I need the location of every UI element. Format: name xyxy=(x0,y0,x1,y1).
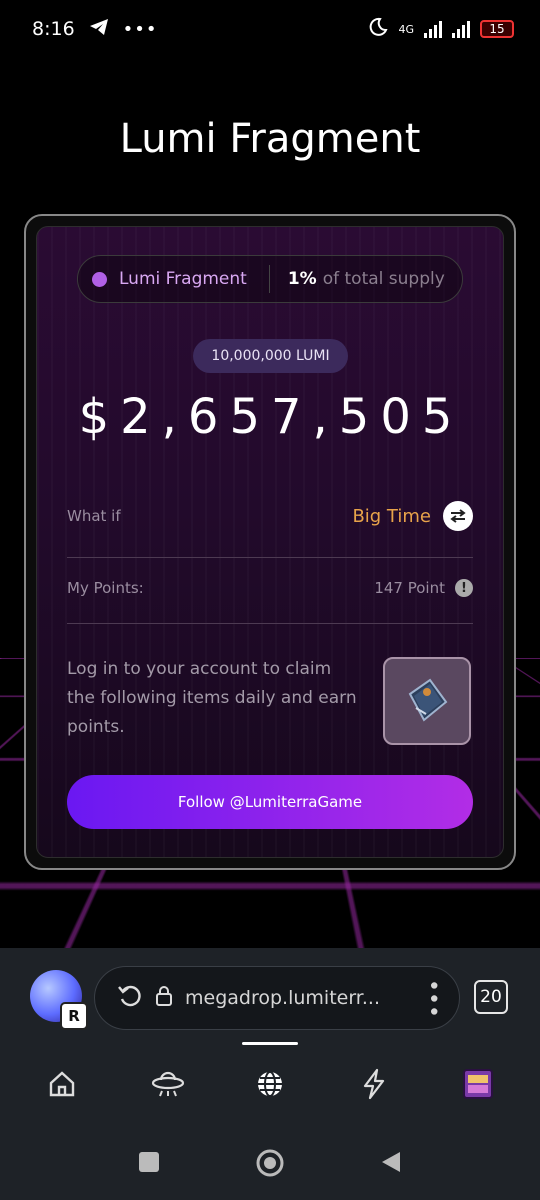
network-label: 4G xyxy=(398,22,414,36)
supply-percent: 1% xyxy=(287,269,317,289)
battery-level: 15 xyxy=(489,22,505,36)
token-name: Lumi Fragment xyxy=(119,269,247,289)
supply-text: of total supply xyxy=(322,269,445,289)
what-if-selector[interactable]: Big Time xyxy=(352,501,473,531)
dollar-value: $2,657,505 xyxy=(78,389,464,445)
pill-divider xyxy=(268,265,270,293)
home-icon[interactable] xyxy=(38,1060,86,1108)
follow-button[interactable]: Follow @LumiterraGame xyxy=(67,775,473,829)
more-dots-icon: ••• xyxy=(122,18,158,40)
system-nav xyxy=(0,1128,540,1200)
tabs-count-button[interactable]: 20 xyxy=(474,980,508,1014)
what-if-value[interactable]: Big Time xyxy=(352,506,431,527)
menu-dots-icon[interactable]: ••• xyxy=(420,979,445,1018)
status-bar: 8:16 ••• 4G 15 xyxy=(0,0,540,58)
token-dot-icon xyxy=(92,271,107,287)
page-background: Lumi Fragment Lumi Fragment 1% of total … xyxy=(0,58,540,948)
wallet-badge-icon: R xyxy=(60,1002,88,1030)
clock: 8:16 xyxy=(32,18,75,40)
divider-2 xyxy=(67,623,473,624)
reload-icon[interactable] xyxy=(117,983,143,1014)
battery-icon: 15 xyxy=(480,20,514,38)
points-label: My Points: xyxy=(67,579,144,597)
globe-icon[interactable] xyxy=(246,1060,294,1108)
recents-icon[interactable] xyxy=(137,1150,161,1178)
info-icon[interactable]: ! xyxy=(455,579,473,597)
token-supply-pill: Lumi Fragment 1% of total supply xyxy=(77,255,463,303)
moon-icon xyxy=(368,17,389,42)
back-icon[interactable] xyxy=(378,1150,402,1178)
lock-icon xyxy=(155,985,173,1011)
ufo-icon[interactable] xyxy=(144,1060,192,1108)
url-text[interactable]: megadrop.lumiterr... xyxy=(185,987,415,1009)
signal-icon-2 xyxy=(452,20,470,38)
bottom-nav xyxy=(0,1052,540,1116)
amount-badge: 10,000,000 LUMI xyxy=(193,339,348,373)
telegram-icon xyxy=(89,18,109,41)
token-card: Lumi Fragment 1% of total supply 10,000,… xyxy=(36,226,504,858)
page-title: Lumi Fragment xyxy=(119,116,421,162)
points-value: 147 Point xyxy=(374,579,445,597)
login-instructions: Log in to your account to claim the foll… xyxy=(67,659,357,737)
active-tab-indicator xyxy=(242,1042,298,1045)
what-if-label: What if xyxy=(67,507,121,525)
lightning-icon[interactable] xyxy=(350,1060,398,1108)
what-if-row: What if Big Time xyxy=(67,501,473,531)
swap-icon[interactable] xyxy=(443,501,473,531)
home-nav-icon[interactable] xyxy=(255,1148,285,1182)
game-icon[interactable] xyxy=(454,1060,502,1108)
signal-icon xyxy=(424,20,442,38)
url-bar[interactable]: megadrop.lumiterr... ••• xyxy=(94,966,460,1030)
points-row: My Points: 147 Point ! xyxy=(67,579,473,597)
item-icon[interactable] xyxy=(383,657,471,745)
divider-1 xyxy=(67,557,473,558)
